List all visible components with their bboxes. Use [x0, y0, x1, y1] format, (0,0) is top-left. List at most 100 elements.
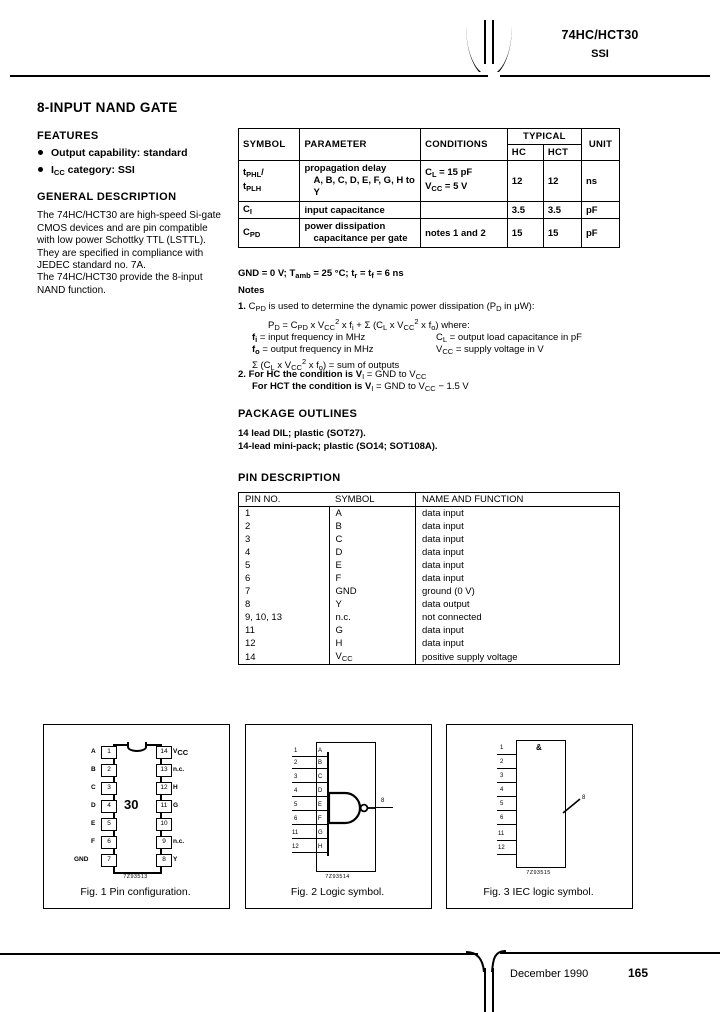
- cell-pin-symbol: B: [328, 520, 416, 533]
- cell-hct: 15: [542, 218, 583, 248]
- footer-rule-left: [0, 953, 478, 955]
- pin-box-right: 14: [156, 746, 172, 759]
- table-row-ci: CI input capacitance 3.5 3.5 pF: [237, 201, 620, 219]
- pin-number: 4: [107, 802, 111, 809]
- figure-2-caption: Fig. 2 Logic symbol.: [290, 886, 385, 898]
- table-row: 4 D data input: [238, 546, 620, 559]
- iec-symbol-body: [516, 740, 566, 868]
- pin-number: 1: [107, 748, 111, 755]
- header-notch-stem-left: [484, 20, 486, 64]
- note-2-number: 2.: [238, 369, 246, 380]
- col-typical: TYPICAL: [506, 128, 583, 145]
- cell-pin-symbol: D: [328, 546, 416, 559]
- cell-unit: ns: [581, 160, 620, 202]
- f-xv: x V: [307, 320, 325, 331]
- general-description-heading: GENERAL DESCRIPTION: [37, 191, 177, 203]
- cell-pin-no: 12: [238, 637, 329, 650]
- f-eq: = C: [279, 320, 298, 331]
- cell-parameter: propagation delay A, B, C, D, E, F, G, H…: [299, 160, 422, 202]
- f-where: ) where:: [435, 320, 470, 331]
- input-line: [292, 810, 328, 812]
- col-conditions: CONDITIONS: [420, 128, 508, 161]
- table-row-tp: tPHL/ tPLH propagation delay A, B, C, D,…: [237, 160, 620, 202]
- output-pin-number: 8: [381, 798, 385, 804]
- cond-vcc-val: = 5 V: [442, 181, 468, 192]
- note-1-number: 1.: [238, 301, 246, 312]
- note-1-text: is used to determine the dynamic power d…: [265, 301, 497, 312]
- cell-pin-no: 1: [238, 506, 329, 520]
- package-outline-line-2: 14-lead mini-pack; plastic (SO14; SOT108…: [238, 441, 438, 452]
- cell-parameter: input capacitance: [299, 201, 422, 219]
- bullet-icon: [38, 150, 43, 155]
- footer-notch-stem-left: [484, 968, 486, 1012]
- pin-label-left: GND: [74, 856, 89, 863]
- cell-pin-name: data input: [415, 637, 620, 650]
- general-description-para-2: The 74HC/HCT30 provide the 8-input NAND …: [37, 272, 203, 296]
- input-pin-number: 2: [294, 760, 298, 766]
- pin-label-left: A: [91, 748, 96, 755]
- col-unit: UNIT: [581, 128, 620, 161]
- footnote-c: C; t: [338, 268, 355, 279]
- table-row: 11 G data input: [238, 624, 620, 637]
- pin-box-right: 11: [156, 800, 172, 813]
- footer-page-number: 165: [628, 966, 649, 980]
- footnote-e: = 6 ns: [373, 268, 404, 279]
- header-rule-left: [10, 75, 488, 77]
- f-xfo: x f: [418, 320, 432, 331]
- footnote-amb: amb: [295, 271, 311, 280]
- input-pin-label: H: [318, 844, 323, 850]
- table-row: 1 A data input: [238, 506, 620, 520]
- pin-description-table: PIN NO. SYMBOL NAME AND FUNCTION 1 A dat…: [238, 492, 620, 665]
- f-xf: x f: [339, 320, 352, 331]
- pin-number: 3: [107, 784, 111, 791]
- fi-text: = input frequency in MHz: [257, 332, 366, 343]
- input-pin-number: 6: [294, 816, 298, 822]
- note-2b-a: For HCT the condition is V: [252, 381, 372, 392]
- pin-number: 11: [160, 802, 168, 809]
- table-row: 3 C data input: [238, 533, 620, 546]
- footer-notch-stem-right: [492, 968, 494, 1012]
- param-line2: A, B, C, D, E, F, G, H to Y: [313, 175, 415, 198]
- cell-unit: pF: [581, 201, 620, 219]
- iec-input-line: [497, 768, 517, 770]
- table-row: 2 B data input: [238, 520, 620, 533]
- f-cc: CC: [324, 323, 336, 332]
- f-pd: PD: [297, 323, 308, 332]
- note-2b-cc: CC: [424, 384, 436, 393]
- table-row: 12 H data input: [238, 637, 620, 650]
- cell-pin-symbol: A: [328, 506, 416, 520]
- input-pin-number: 3: [294, 774, 298, 780]
- features-heading: FEATURES: [37, 130, 99, 142]
- figure-1-code: 7Z93513: [123, 874, 148, 880]
- features-list: Output capability: standard ICC category…: [37, 146, 227, 182]
- cell-pin-symbol: C: [328, 533, 416, 546]
- footnote-b: = 25: [310, 268, 335, 279]
- footer-date: December 1990: [510, 968, 589, 980]
- cond-cl-val: = 15 pF: [436, 167, 473, 178]
- pin-label-left: B: [91, 766, 96, 773]
- pin-description-heading: PIN DESCRIPTION: [238, 472, 341, 484]
- input-line: [292, 756, 328, 758]
- f-plus: +: [353, 320, 365, 331]
- cell-pin-symbol: F: [328, 572, 416, 585]
- cell-unit: pF: [581, 218, 620, 248]
- pin-box-right: 13: [156, 764, 172, 777]
- input-pin-label: E: [318, 802, 323, 808]
- cond-cl: C: [425, 167, 432, 178]
- pin-table-header-row: PIN NO. SYMBOL NAME AND FUNCTION: [238, 492, 620, 507]
- pin-box-right: 10: [156, 818, 172, 831]
- sym-c: C: [243, 227, 250, 238]
- pin-box-left: 4: [101, 800, 117, 813]
- cell-pin-name: data input: [415, 572, 620, 585]
- pin-box-right: 9: [156, 836, 172, 849]
- iec-input-line: [497, 824, 517, 826]
- iec-input-line: [497, 840, 517, 842]
- cell-pin-no: 5: [238, 559, 329, 572]
- pin-number: 12: [160, 784, 168, 791]
- cell-pin-symbol: GND: [328, 585, 416, 598]
- input-line: [292, 838, 328, 840]
- pin-box-left: 2: [101, 764, 117, 777]
- note-2b-c: − 1.5 V: [435, 381, 469, 392]
- param-line2: capacitance per gate: [313, 233, 408, 244]
- cell-pin-name: positive supply voltage: [415, 650, 620, 665]
